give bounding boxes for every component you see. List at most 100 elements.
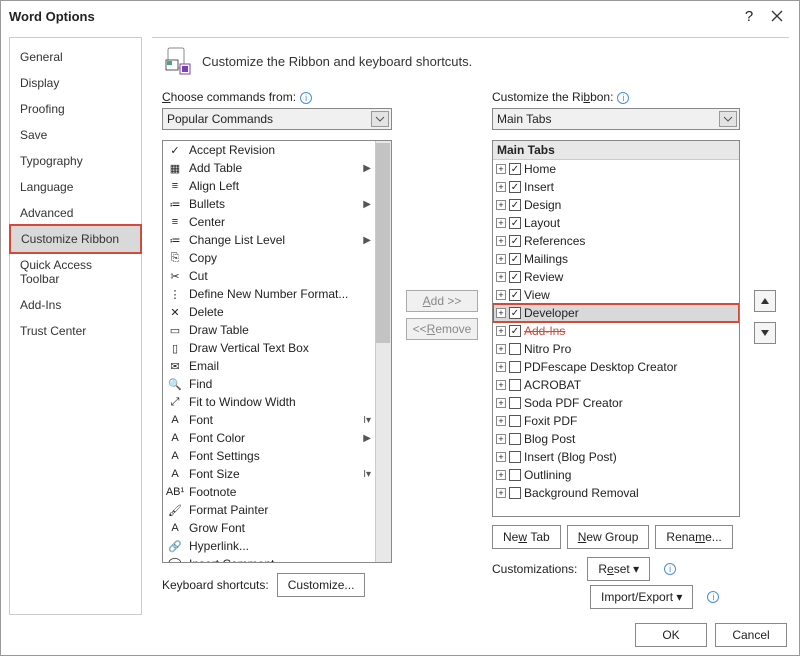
command-item[interactable]: ≡Center <box>163 213 391 231</box>
scroll-thumb[interactable] <box>376 143 390 343</box>
close-button[interactable] <box>763 5 791 27</box>
expand-icon[interactable]: + <box>496 290 506 300</box>
tree-item-foxit-pdf[interactable]: +Foxit PDF <box>493 412 739 430</box>
checkbox[interactable] <box>509 469 521 481</box>
command-item[interactable]: AFont Settings <box>163 447 391 465</box>
expand-icon[interactable]: + <box>496 182 506 192</box>
ribbon-tree[interactable]: Main Tabs +✓Home+✓Insert+✓Design+✓Layout… <box>492 140 740 517</box>
checkbox[interactable]: ✓ <box>509 163 521 175</box>
checkbox[interactable] <box>509 379 521 391</box>
cancel-button[interactable]: Cancel <box>715 623 787 647</box>
sidebar-item-general[interactable]: General <box>10 44 141 70</box>
command-item[interactable]: ⎘Copy <box>163 249 391 267</box>
info-icon[interactable]: i <box>617 92 629 104</box>
expand-icon[interactable]: + <box>496 470 506 480</box>
new-tab-button[interactable]: New Tab <box>492 525 561 549</box>
command-item[interactable]: ≔Bullets▶ <box>163 195 391 213</box>
command-item[interactable]: ✉Email <box>163 357 391 375</box>
checkbox[interactable]: ✓ <box>509 235 521 247</box>
sidebar-item-display[interactable]: Display <box>10 70 141 96</box>
sidebar-item-quick-access-toolbar[interactable]: Quick Access Toolbar <box>10 252 141 292</box>
scrollbar[interactable] <box>375 141 391 562</box>
tree-item-nitro-pro[interactable]: +Nitro Pro <box>493 340 739 358</box>
checkbox[interactable]: ✓ <box>509 271 521 283</box>
expand-icon[interactable]: + <box>496 362 506 372</box>
ok-button[interactable]: OK <box>635 623 707 647</box>
command-item[interactable]: AB¹Footnote <box>163 483 391 501</box>
expand-icon[interactable]: + <box>496 308 506 318</box>
info-icon[interactable]: i <box>300 92 312 104</box>
tree-item-design[interactable]: +✓Design <box>493 196 739 214</box>
checkbox[interactable] <box>509 487 521 499</box>
command-item[interactable]: ≡Align Left <box>163 177 391 195</box>
move-down-button[interactable] <box>754 322 776 344</box>
sidebar-item-save[interactable]: Save <box>10 122 141 148</box>
info-icon[interactable]: i <box>707 591 719 603</box>
command-item[interactable]: AFont SizeI▾ <box>163 465 391 483</box>
add-button[interactable]: Add >> <box>406 290 478 312</box>
checkbox[interactable] <box>509 433 521 445</box>
checkbox[interactable] <box>509 397 521 409</box>
tree-item-soda-pdf-creator[interactable]: +Soda PDF Creator <box>493 394 739 412</box>
checkbox[interactable]: ✓ <box>509 181 521 193</box>
command-item[interactable]: AGrow Font <box>163 519 391 537</box>
checkbox[interactable] <box>509 343 521 355</box>
command-item[interactable]: ✂Cut <box>163 267 391 285</box>
tree-item-home[interactable]: +✓Home <box>493 160 739 178</box>
expand-icon[interactable]: + <box>496 236 506 246</box>
checkbox[interactable]: ✓ <box>509 217 521 229</box>
command-item[interactable]: AFontI▾ <box>163 411 391 429</box>
sidebar-item-typography[interactable]: Typography <box>10 148 141 174</box>
command-item[interactable]: AFont Color▶ <box>163 429 391 447</box>
tree-item-developer[interactable]: +✓Developer <box>493 304 739 322</box>
expand-icon[interactable]: + <box>496 272 506 282</box>
command-item[interactable]: ✕Delete <box>163 303 391 321</box>
new-group-button[interactable]: New Group <box>567 525 650 549</box>
import-export-button[interactable]: Import/Export ▾ <box>590 585 693 609</box>
sidebar-item-trust-center[interactable]: Trust Center <box>10 318 141 344</box>
expand-icon[interactable]: + <box>496 452 506 462</box>
sidebar-item-advanced[interactable]: Advanced <box>10 200 141 226</box>
sidebar-item-proofing[interactable]: Proofing <box>10 96 141 122</box>
checkbox[interactable]: ✓ <box>509 289 521 301</box>
info-icon[interactable]: i <box>664 563 676 575</box>
checkbox[interactable]: ✓ <box>509 307 521 319</box>
sidebar-item-language[interactable]: Language <box>10 174 141 200</box>
rename-button[interactable]: Rename... <box>655 525 732 549</box>
command-item[interactable]: 🖌Format Painter <box>163 501 391 519</box>
tree-item-pdfescape-desktop-creator[interactable]: +PDFescape Desktop Creator <box>493 358 739 376</box>
expand-icon[interactable]: + <box>496 164 506 174</box>
tree-item-insert-blog-post-[interactable]: +Insert (Blog Post) <box>493 448 739 466</box>
expand-icon[interactable]: + <box>496 218 506 228</box>
tree-item-mailings[interactable]: +✓Mailings <box>493 250 739 268</box>
expand-icon[interactable]: + <box>496 200 506 210</box>
expand-icon[interactable]: + <box>496 380 506 390</box>
expand-icon[interactable]: + <box>496 398 506 408</box>
checkbox[interactable]: ✓ <box>509 253 521 265</box>
tree-item-background-removal[interactable]: +Background Removal <box>493 484 739 502</box>
tree-item-references[interactable]: +✓References <box>493 232 739 250</box>
remove-button[interactable]: << Remove <box>406 318 478 340</box>
expand-icon[interactable]: + <box>496 488 506 498</box>
checkbox[interactable]: ✓ <box>509 199 521 211</box>
sidebar-item-add-ins[interactable]: Add-Ins <box>10 292 141 318</box>
checkbox[interactable] <box>509 451 521 463</box>
expand-icon[interactable]: + <box>496 254 506 264</box>
reset-button[interactable]: Reset ▾ <box>587 557 650 581</box>
expand-icon[interactable]: + <box>496 326 506 336</box>
command-item[interactable]: ▭Draw Table <box>163 321 391 339</box>
tree-item-acrobat[interactable]: +ACROBAT <box>493 376 739 394</box>
commands-listbox[interactable]: ✓Accept Revision▦Add Table▶≡Align Left≔B… <box>162 140 392 563</box>
checkbox[interactable] <box>509 361 521 373</box>
command-item[interactable]: ⋮Define New Number Format... <box>163 285 391 303</box>
command-item[interactable]: 💬Insert Comment <box>163 555 391 563</box>
tree-item-review[interactable]: +✓Review <box>493 268 739 286</box>
choose-commands-combo[interactable]: Popular Commands <box>162 108 392 130</box>
tree-item-layout[interactable]: +✓Layout <box>493 214 739 232</box>
checkbox[interactable] <box>509 415 521 427</box>
expand-icon[interactable]: + <box>496 434 506 444</box>
tree-item-add-ins[interactable]: +✓Add-Ins <box>493 322 739 340</box>
command-item[interactable]: ≔Change List Level▶ <box>163 231 391 249</box>
expand-icon[interactable]: + <box>496 416 506 426</box>
expand-icon[interactable]: + <box>496 344 506 354</box>
